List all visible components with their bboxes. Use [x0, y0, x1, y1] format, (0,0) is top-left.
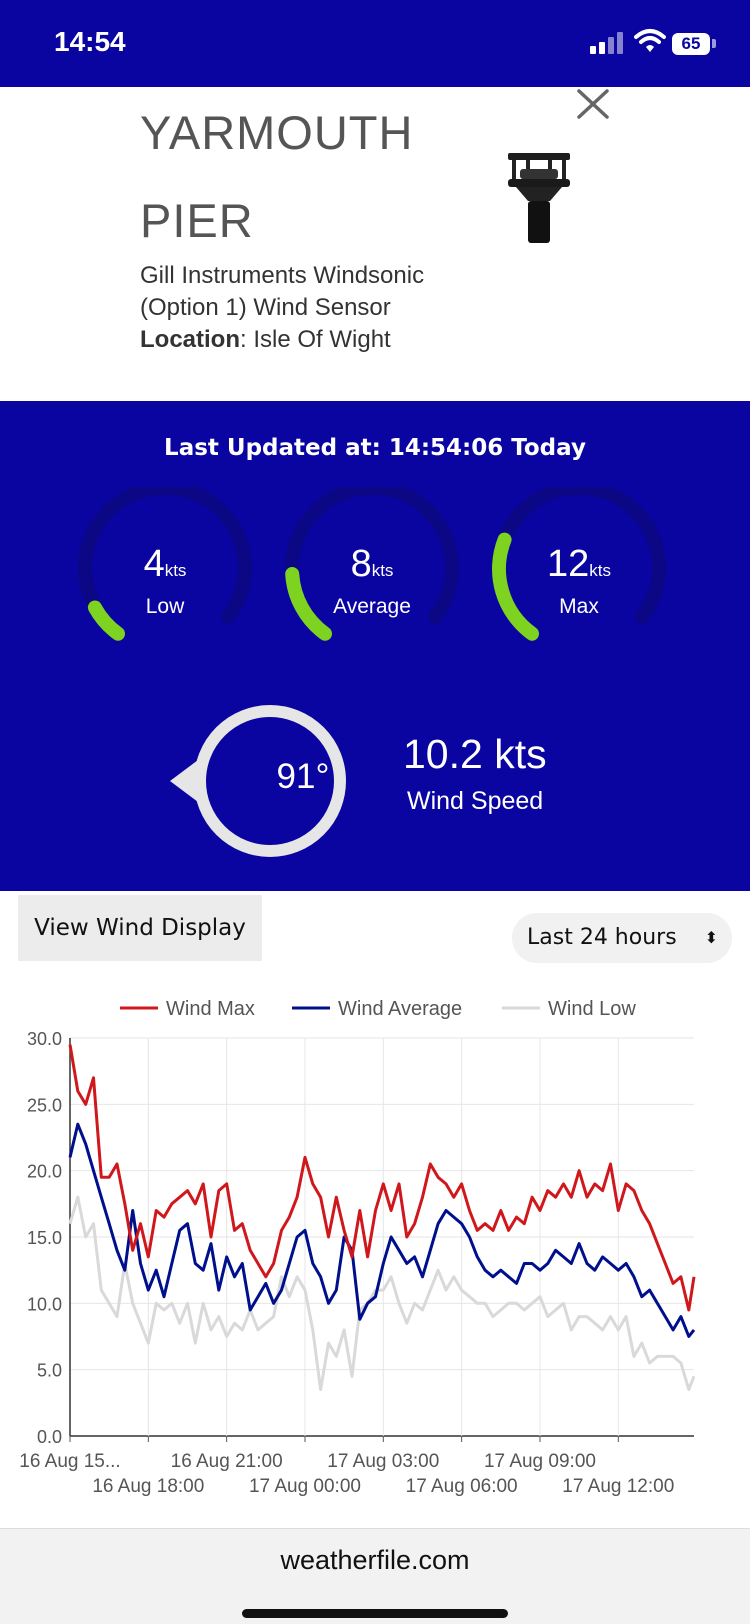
gauge-max-value: 12kts: [546, 543, 611, 585]
x-tick-label: 16 Aug 21:00: [171, 1451, 283, 1472]
legend-label: Wind Max: [166, 998, 255, 1020]
url-text[interactable]: weatherfile.com: [0, 1545, 750, 1576]
home-indicator: [242, 1609, 508, 1618]
gauge-average: 8kts Average: [277, 487, 467, 647]
time-range-select[interactable]: Last 24 hours ⬍: [512, 913, 732, 963]
view-wind-display-button[interactable]: View Wind Display: [18, 895, 262, 961]
series-line-wind-average: [68, 1122, 696, 1338]
gauge-max-label: Max: [559, 595, 599, 618]
legend-label: Wind Average: [338, 998, 462, 1020]
location-line: Location: Isle Of Wight: [140, 324, 500, 356]
x-tick-label: 17 Aug 03:00: [327, 1451, 439, 1472]
chevron-updown-icon: ⬍: [704, 928, 718, 947]
signal-icon: [590, 30, 630, 54]
wind-sensor-image: [508, 153, 570, 243]
gauge-low-label: Low: [145, 595, 185, 618]
x-tick-label: 16 Aug 18:00: [92, 1476, 204, 1497]
wind-direction-value: 91°: [276, 757, 330, 796]
y-tick-label: 30.0: [27, 1029, 62, 1049]
y-tick-label: 0.0: [37, 1427, 62, 1447]
battery-tip: [712, 39, 716, 48]
gauge-average-value: 8kts: [350, 543, 394, 585]
legend-label: Wind Low: [548, 998, 636, 1020]
y-tick-label: 5.0: [37, 1361, 62, 1381]
gauge-low-value: 4kts: [143, 543, 187, 585]
location-value: : Isle Of Wight: [240, 326, 391, 353]
x-tick-label: 17 Aug 00:00: [249, 1476, 361, 1497]
wind-speed-label: Wind Speed: [407, 787, 544, 815]
gauge-low: 4kts Low: [70, 487, 260, 647]
chart-svg: 0.0 5.0 10.0 15.0 20.0 25.0 30.0 16 Aug 15... 16…: [19, 998, 696, 1497]
x-tick-label: 17 Aug 09:00: [484, 1451, 596, 1472]
y-tick-label: 25.0: [27, 1095, 62, 1115]
wind-direction-compass: 91°: [168, 699, 358, 859]
close-icon[interactable]: [573, 87, 613, 123]
live-wind-panel: Last Updated at: 14:54:06 Today 4kts Low…: [0, 401, 750, 891]
y-tick-label: 10.0: [27, 1294, 62, 1314]
wind-history-chart: 0.0 5.0 10.0 15.0 20.0 25.0 30.0 16 Aug 15... 16…: [0, 980, 750, 1500]
station-title: YARMOUTH PIER: [140, 106, 414, 247]
browser-bottom-bar: weatherfile.com: [0, 1528, 750, 1624]
wind-speed-value: 10.2 kts: [403, 731, 547, 777]
time-range-value: Last 24 hours: [527, 925, 677, 950]
station-panel: YARMOUTH PIER Gill Instruments Windsonic…: [0, 87, 750, 401]
wifi-icon: [634, 29, 666, 52]
last-updated-text: Last Updated at: 14:54:06 Today: [164, 435, 586, 461]
y-tick-label: 15.0: [27, 1228, 62, 1248]
battery-icon: 65: [672, 33, 710, 55]
x-tick-label: 17 Aug 06:00: [406, 1476, 518, 1497]
sensor-name: Gill Instruments Windsonic (Option 1) Wi…: [140, 262, 425, 321]
x-tick-label: 17 Aug 12:00: [562, 1476, 674, 1497]
status-bar: 14:54 65: [0, 0, 750, 87]
location-label: Location: [140, 326, 240, 353]
gauge-average-label: Average: [333, 595, 411, 618]
gauge-max: 12kts Max: [484, 487, 674, 647]
status-time: 14:54: [54, 26, 126, 57]
y-tick-label: 20.0: [27, 1162, 62, 1182]
x-tick-label: 16 Aug 15...: [19, 1451, 120, 1472]
station-description: Gill Instruments Windsonic (Option 1) Wi…: [140, 260, 500, 356]
